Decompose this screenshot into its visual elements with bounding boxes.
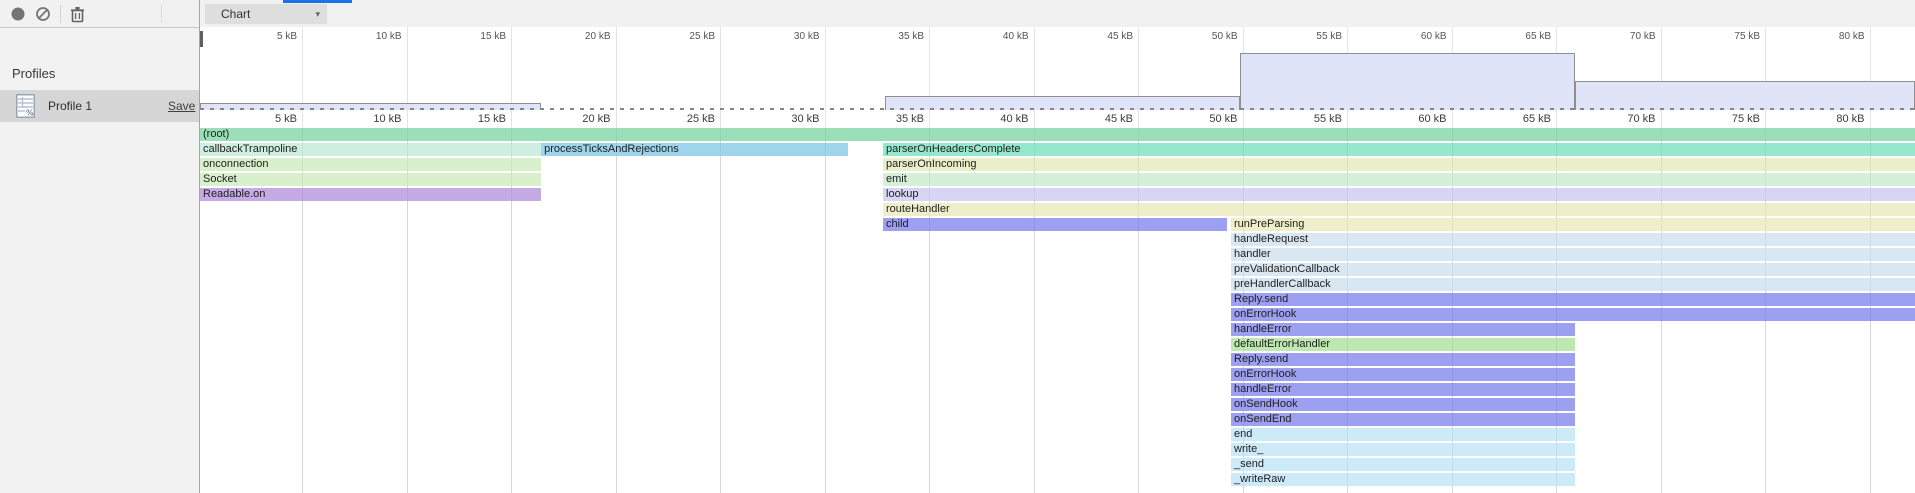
active-tab-indicator (283, 0, 352, 3)
axis-tick-label: 30 kB (736, 31, 820, 42)
axis-tick-label: 70 kB (1572, 31, 1656, 42)
overview-left-handle[interactable] (200, 31, 203, 47)
flame-bar-write_[interactable]: write_ (1231, 443, 1575, 456)
axis-tick-label: 75 kB (1676, 31, 1760, 42)
flame-bar-_send[interactable]: _send (1231, 458, 1575, 471)
flame-bar-routeHandler[interactable]: routeHandler (883, 203, 1915, 216)
flame-bar-processTicksAndRejections[interactable]: processTicksAndRejections (541, 143, 848, 156)
flame-bar-onSendEnd[interactable]: onSendEnd (1231, 413, 1575, 426)
axis-tick-label: 25 kB (631, 113, 715, 125)
record-circle-icon (10, 6, 26, 22)
axis-tick-label: 20 kB (527, 31, 611, 42)
sidebar: Profiles SAMPLING PROFILES % Profile 1 S… (0, 28, 199, 493)
sidebar-item-profile-1[interactable]: % Profile 1 Save (0, 90, 199, 122)
axis-tick-label: 10 kB (318, 113, 402, 125)
axis-tick-label: 55 kB (1258, 31, 1342, 42)
flame-bar-preHandlerCallback[interactable]: preHandlerCallback (1231, 278, 1915, 291)
clear-all-button[interactable] (34, 5, 52, 23)
profiles-title: Profiles (12, 66, 55, 81)
save-profile-link[interactable]: Save (168, 99, 195, 113)
axis-tick-label: 40 kB (945, 31, 1029, 42)
overview-step (1240, 53, 1574, 110)
flame-bar-defaultErrorHandler[interactable]: defaultErrorHandler (1231, 338, 1575, 351)
flame-bar-handleRequest[interactable]: handleRequest (1231, 233, 1915, 246)
axis-tick-label: 50 kB (1154, 31, 1238, 42)
view-mode-value: Chart (221, 7, 250, 21)
axis-tick-label: 55 kB (1258, 113, 1342, 125)
flame-bar-lookup[interactable]: lookup (883, 188, 1915, 201)
axis-tick-label: 60 kB (1363, 31, 1447, 42)
view-mode-select[interactable]: Chart ▾ (205, 4, 327, 24)
toolbar-separator (161, 5, 162, 23)
toolbar: Chart ▾ (0, 0, 1915, 28)
toolbar-separator (60, 5, 61, 23)
memory-profiler-panel: Chart ▾ Profiles SAMPLING PROFILES % Pro… (0, 0, 1915, 493)
axis-tick-label: 40 kB (945, 113, 1029, 125)
record-button[interactable] (9, 5, 27, 23)
flame-bar-Socket[interactable]: Socket (200, 173, 541, 186)
axis-tick-label: 35 kB (840, 113, 924, 125)
axis-tick-label: 35 kB (840, 31, 924, 42)
overview-baseline (200, 108, 1915, 110)
axis-tick-label: 60 kB (1363, 113, 1447, 125)
trash-icon (70, 6, 85, 23)
flame-bar-parserOnHeadersComplete[interactable]: parserOnHeadersComplete (883, 143, 1915, 156)
flame-bar-handleError[interactable]: handleError (1231, 383, 1575, 396)
axis-tick-label: 65 kB (1467, 31, 1551, 42)
axis-tick-label: 80 kB (1781, 31, 1865, 42)
axis-tick-label: 50 kB (1154, 113, 1238, 125)
flame-bar-child[interactable]: child (883, 218, 1227, 231)
circle-slash-icon (35, 6, 51, 22)
overview-step (1575, 81, 1915, 110)
flame-bar-_writeRaw[interactable]: _writeRaw (1231, 473, 1575, 486)
axis-tick-label: 10 kB (318, 31, 402, 42)
axis-tick-label: 15 kB (422, 113, 506, 125)
axis-tick-label: 65 kB (1467, 113, 1551, 125)
axis-tick-label: 20 kB (527, 113, 611, 125)
heap-profile-icon: % (16, 94, 35, 118)
axis-tick-label: 25 kB (631, 31, 715, 42)
flame-bar-onSendHook[interactable]: onSendHook (1231, 398, 1575, 411)
flame-bar-end[interactable]: end (1231, 428, 1575, 441)
axis-tick-label: 5 kB (213, 113, 297, 125)
flame-bar-handler[interactable]: handler (1231, 248, 1915, 261)
svg-text:%: % (26, 109, 34, 118)
flame-bar-Reply.send[interactable]: Reply.send (1231, 293, 1915, 306)
flame-bar-preValidationCallback[interactable]: preValidationCallback (1231, 263, 1915, 276)
profile-name: Profile 1 (48, 99, 92, 113)
axis-tick-label: 75 kB (1676, 113, 1760, 125)
flame-bar-parserOnIncoming[interactable]: parserOnIncoming (883, 158, 1915, 171)
flame-bar-handleError[interactable]: handleError (1231, 323, 1575, 336)
axis-tick-label: 70 kB (1572, 113, 1656, 125)
axis-tick-label: 45 kB (1049, 113, 1133, 125)
flame-bar-Readable.on[interactable]: Readable.on (200, 188, 541, 201)
allocation-chart: 5 kB 10 kB 15 kB 20 kB 25 kB 30 kB 35 kB 40 kB 4… (200, 27, 1915, 493)
flame-bar-onErrorHook[interactable]: onErrorHook (1231, 368, 1575, 381)
flame-bar-callbackTrampoline[interactable]: callbackTrampoline (200, 143, 541, 156)
chevron-down-icon: ▾ (315, 9, 320, 20)
flame-bar-emit[interactable]: emit (883, 173, 1915, 186)
flame-bar-root[interactable]: (root) (200, 128, 1915, 141)
flame-bar-Reply.send[interactable]: Reply.send (1231, 353, 1575, 366)
axis-tick-label: 45 kB (1049, 31, 1133, 42)
flame-bar-runPreParsing[interactable]: runPreParsing (1231, 218, 1915, 231)
flame-bar-onconnection[interactable]: onconnection (200, 158, 541, 171)
flame-bar-onErrorHook[interactable]: onErrorHook (1231, 308, 1915, 321)
axis-tick-label: 15 kB (422, 31, 506, 42)
axis-tick-label: 80 kB (1781, 113, 1865, 125)
flame-chart: (root) callbackTrampolineprocessTicksAndR… (200, 128, 1915, 493)
delete-profile-button[interactable] (68, 5, 86, 23)
axis-tick-label: 30 kB (736, 113, 820, 125)
axis-tick-label: 5 kB (213, 31, 297, 42)
